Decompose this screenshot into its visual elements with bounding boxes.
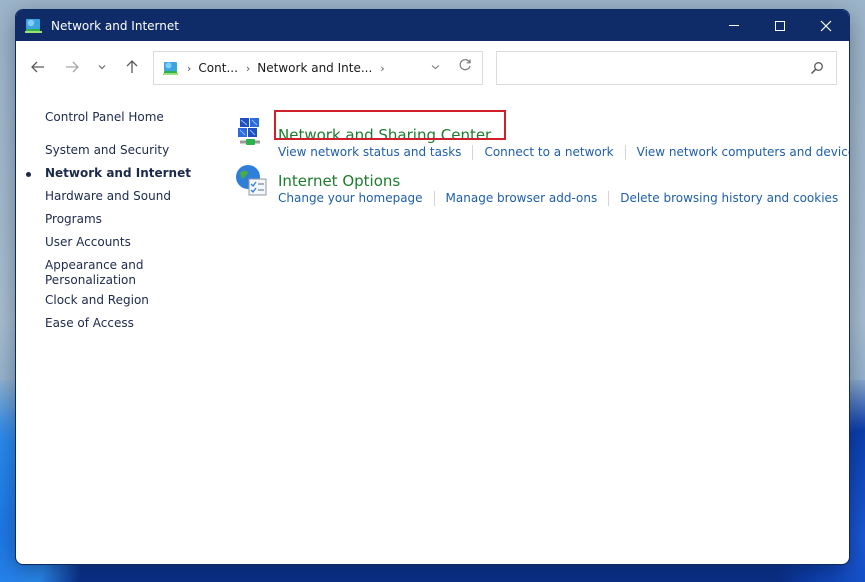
maximize-icon [775, 20, 785, 31]
network-sharing-icon [234, 116, 268, 150]
chevron-down-icon [431, 65, 440, 70]
sidebar-item-control-panel-home[interactable]: Control Panel Home [45, 110, 164, 125]
search-input[interactable] [496, 51, 837, 85]
connect-to-network-link[interactable]: Connect to a network [484, 145, 613, 160]
minimize-button[interactable] [711, 10, 757, 41]
control-panel-icon [163, 61, 179, 76]
navigation-bar: › Cont... › Network and Inte... › [16, 41, 849, 93]
maximize-button[interactable] [757, 10, 803, 41]
sidebar-item-user-accounts[interactable]: User Accounts [45, 235, 131, 250]
breadcrumb-separator-icon[interactable]: › [380, 62, 384, 75]
view-network-computers-link[interactable]: View network computers and devices [637, 145, 849, 160]
close-icon [820, 20, 832, 31]
link-divider [433, 191, 435, 206]
breadcrumb-network-internet[interactable]: Network and Inte... [257, 61, 372, 75]
active-item-bullet [26, 172, 31, 177]
up-button[interactable] [120, 55, 144, 79]
window-title: Network and Internet [51, 18, 179, 33]
link-divider [608, 191, 610, 206]
internet-options-link[interactable]: Internet Options [278, 172, 400, 190]
sidebar-item-hardware-sound[interactable]: Hardware and Sound [45, 189, 171, 204]
network-sharing-center-link[interactable]: Network and Sharing Center [278, 126, 491, 144]
arrow-right-icon [66, 61, 79, 73]
back-button[interactable] [26, 55, 50, 79]
arrow-left-icon [31, 61, 44, 73]
internet-options-tasks: Change your homepage Manage browser add-… [278, 191, 838, 206]
refresh-icon [459, 59, 471, 71]
link-divider [624, 145, 626, 160]
minimize-icon [729, 25, 739, 26]
sidebar-item-network-internet[interactable]: Network and Internet [45, 166, 191, 181]
sidebar-item-ease-of-access[interactable]: Ease of Access [45, 316, 134, 331]
refresh-button[interactable] [458, 58, 472, 76]
delete-browsing-history-link[interactable]: Delete browsing history and cookies [620, 191, 838, 206]
link-divider [472, 145, 474, 160]
breadcrumb-separator-icon[interactable]: › [187, 62, 191, 75]
close-button[interactable] [803, 10, 849, 41]
internet-options-icon [234, 163, 268, 197]
network-sharing-tasks: View network status and tasks Connect to… [278, 145, 849, 160]
breadcrumb-separator-icon[interactable]: › [246, 62, 250, 75]
network-internet-icon [25, 18, 43, 34]
control-panel-window: Network and Internet › Cont... › Network… [15, 9, 850, 565]
sidebar-item-system-security[interactable]: System and Security [45, 143, 169, 158]
chevron-down-icon [98, 65, 106, 70]
address-history-button[interactable] [431, 60, 440, 73]
breadcrumb-control-panel[interactable]: Cont... [198, 61, 237, 75]
sidebar-item-clock-region[interactable]: Clock and Region [45, 293, 149, 308]
sidebar-item-programs[interactable]: Programs [45, 212, 102, 227]
manage-addons-link[interactable]: Manage browser add-ons [446, 191, 598, 206]
title-bar[interactable]: Network and Internet [16, 10, 849, 41]
change-homepage-link[interactable]: Change your homepage [278, 191, 423, 206]
sidebar-item-appearance-personalization[interactable]: Appearance and Personalization [45, 258, 145, 288]
arrow-up-icon [126, 60, 138, 73]
address-bar[interactable]: › Cont... › Network and Inte... › [153, 51, 483, 85]
recent-locations-button[interactable] [90, 55, 114, 79]
search-icon [810, 62, 823, 75]
forward-button[interactable] [60, 55, 84, 79]
view-network-status-link[interactable]: View network status and tasks [278, 145, 461, 160]
